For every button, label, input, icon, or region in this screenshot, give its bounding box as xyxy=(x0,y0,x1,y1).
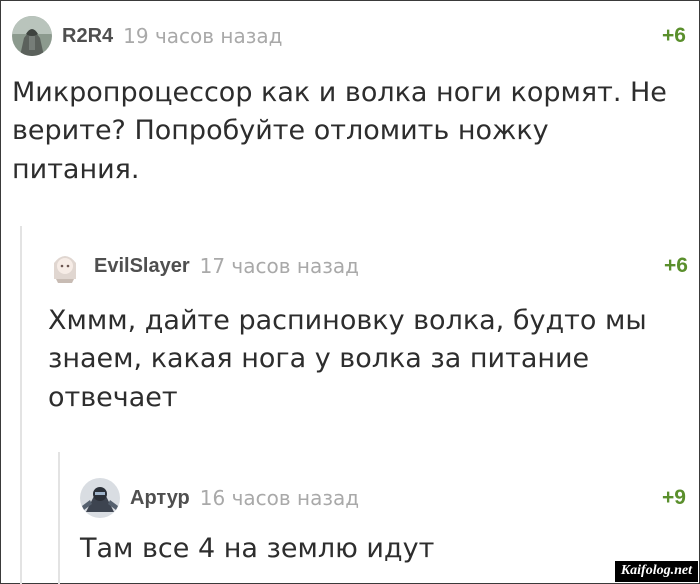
thread-line xyxy=(20,226,22,584)
thread-line xyxy=(58,452,60,584)
comment-header: Артур 16 часов назад +9 xyxy=(80,478,686,518)
comment-time: 19 часов назад xyxy=(123,24,283,48)
gargoyle-avatar-icon[interactable] xyxy=(12,16,52,56)
comment-text: Хммм, дайте распиновку волка, будто мы з… xyxy=(48,305,647,413)
robot-avatar-icon[interactable] xyxy=(80,478,120,518)
comment-rating: +6 xyxy=(664,254,688,277)
comment-text: Микропроцессор как и волка ноги кормят. … xyxy=(12,77,667,185)
comment-time: 16 часов назад xyxy=(199,486,360,510)
comment-header: EvilSlayer 17 часов назад +6 xyxy=(48,246,688,286)
comment-rating: +9 xyxy=(662,486,686,509)
comment-text: Там все 4 на землю идут xyxy=(80,533,435,564)
comment-author[interactable]: R2R4 xyxy=(62,25,113,48)
comment-time: 17 часов назад xyxy=(199,254,359,278)
comment-artur: Артур 16 часов назад +9 Там все 4 на зем… xyxy=(80,478,686,568)
comment-author[interactable]: Артур xyxy=(130,487,190,510)
watermark: Kaifolog.net xyxy=(614,561,698,582)
comment-rating: +6 xyxy=(662,24,686,47)
comment-header: R2R4 19 часов назад +6 xyxy=(12,16,686,56)
comment-r2r4: R2R4 19 часов назад +6 Микропроцессор ка… xyxy=(12,16,686,189)
comment-author[interactable]: EvilSlayer xyxy=(94,255,190,278)
anime-girl-avatar-icon[interactable] xyxy=(48,249,82,283)
comment-evilslayer: EvilSlayer 17 часов назад +6 Хммм, дайте… xyxy=(48,246,688,417)
